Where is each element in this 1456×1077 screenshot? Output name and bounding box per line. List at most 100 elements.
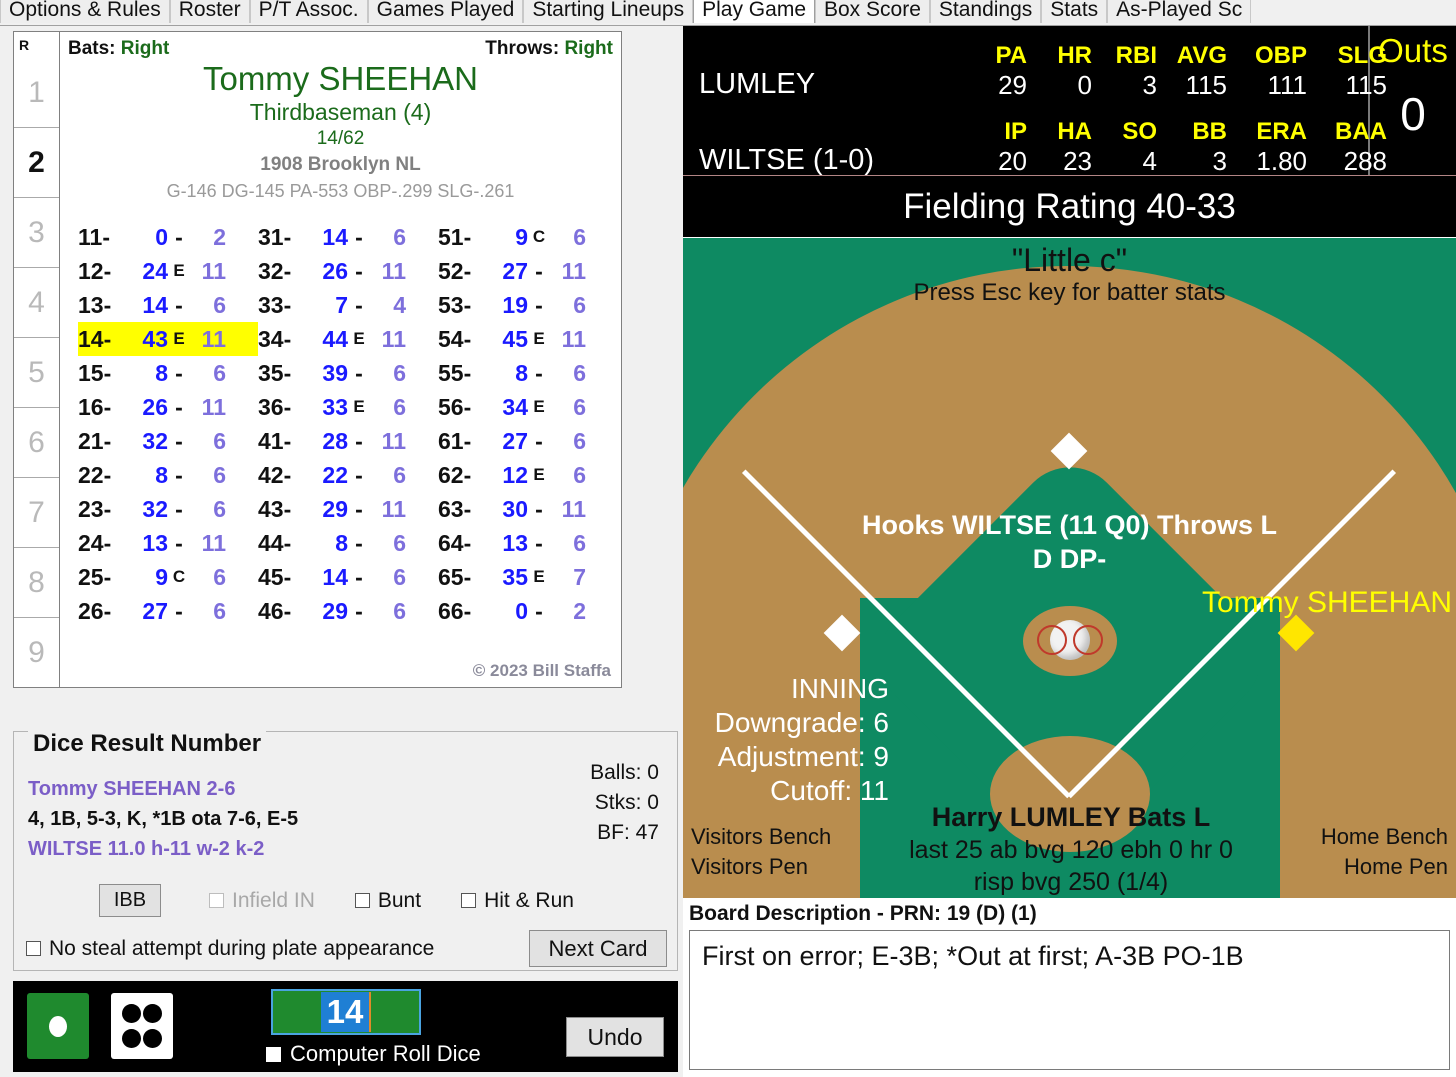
batter-risp-line: risp bvg 250 (1/4)	[973, 868, 1169, 896]
pitcher-info-line2: D DP-	[1032, 544, 1107, 574]
dice-row-value: 14	[142, 291, 168, 318]
dice-row-54[interactable]: 54- 45 E 11	[438, 322, 613, 356]
batting-order-column[interactable]: R 123456789	[14, 32, 60, 687]
main-tab-bar[interactable]: Options & Rules Roster P/T Assoc. Games Pla…	[0, 0, 1456, 26]
dice-row-62[interactable]: 62- 12 E 6	[438, 458, 613, 492]
board-description-label: Board Description - PRN: 19 (D) (1)	[689, 902, 1037, 925]
dice-result-readout[interactable]: 14	[271, 989, 421, 1035]
tab-as-played-sc[interactable]: As-Played Sc	[1107, 0, 1252, 23]
dice-row-key: 26-	[78, 597, 112, 624]
tab-options-rules[interactable]: Options & Rules	[0, 0, 170, 23]
scoreboard-value-cell: 29	[998, 70, 1027, 100]
bats-info: Bats: Right	[68, 38, 169, 60]
throws-value: Right	[564, 38, 613, 59]
dice-row-34[interactable]: 34- 44 E 11	[258, 322, 438, 356]
dice-row-46[interactable]: 46- 29- 6	[258, 594, 438, 628]
next-card-button[interactable]: Next Card	[529, 930, 667, 967]
dice-row-63[interactable]: 63- 30-11	[438, 492, 613, 526]
bunt-checkbox[interactable]: Bunt	[354, 889, 421, 913]
dice-row-66[interactable]: 66- 0- 2	[438, 594, 613, 628]
dice-row-14[interactable]: 14- 43 E 11	[78, 322, 258, 356]
batting-order-slot-9[interactable]: 9	[14, 617, 59, 687]
dice-row-53[interactable]: 53- 19- 6	[438, 288, 613, 322]
tab-games-played[interactable]: Games Played	[367, 0, 524, 23]
no-steal-checkbox[interactable]: No steal attempt during plate appearance	[26, 937, 434, 961]
computer-roll-dice-checkbox[interactable]: Computer Roll Dice	[266, 1041, 481, 1067]
dice-row-separator: E	[353, 329, 365, 348]
batting-order-slot-8[interactable]: 8	[14, 547, 59, 617]
dice-row-36[interactable]: 36- 33 E 6	[258, 390, 438, 424]
scoreboard-value-cell: 111	[1267, 70, 1307, 100]
board-description-section: Board Description - PRN: 19 (D) (1) Firs…	[683, 898, 1456, 1070]
batting-order-slot-4[interactable]: 4	[14, 267, 59, 337]
dice-row-41[interactable]: 41- 28-11	[258, 424, 438, 458]
batting-order-slot-2[interactable]: 2	[14, 127, 59, 197]
batting-order-slot-1[interactable]: 1	[14, 58, 59, 127]
home-bench-links[interactable]: Home Bench Home Pen	[1321, 822, 1448, 882]
visitors-pen-link[interactable]: Visitors Pen	[691, 852, 831, 882]
dice-row-value: 24	[142, 257, 168, 284]
dice-row-16[interactable]: 16- 26-11	[78, 390, 258, 424]
dice-row-33[interactable]: 33- 7- 4	[258, 288, 438, 322]
dice-row-26[interactable]: 26- 27- 6	[78, 594, 258, 628]
die-one[interactable]	[27, 993, 89, 1059]
dice-row-42[interactable]: 42- 22- 6	[258, 458, 438, 492]
dice-row-key: 11-	[78, 223, 110, 250]
batting-order-slot-7[interactable]: 7	[14, 477, 59, 547]
dice-row-24[interactable]: 24- 13-11	[78, 526, 258, 560]
tab-stats[interactable]: Stats	[1041, 0, 1108, 23]
infield-in-checkbox[interactable]: Infield IN	[209, 889, 315, 913]
home-pen-link[interactable]: Home Pen	[1321, 852, 1448, 882]
scoreboard-header-cell: SLG	[1337, 42, 1387, 69]
undo-button[interactable]: Undo	[566, 1017, 664, 1057]
dice-row-value: 8	[515, 359, 528, 386]
dice-row-number: 11	[201, 393, 226, 420]
home-bench-link[interactable]: Home Bench	[1321, 822, 1448, 852]
dice-row-23[interactable]: 23- 32- 6	[78, 492, 258, 526]
batting-order-slot-3[interactable]: 3	[14, 197, 59, 267]
dice-row-52[interactable]: 52- 27-11	[438, 254, 613, 288]
dice-row-65[interactable]: 65- 35 E 7	[438, 560, 613, 594]
dice-row-separator: -	[535, 257, 543, 284]
dice-row-32[interactable]: 32- 26-11	[258, 254, 438, 288]
tab-play-game[interactable]: Play Game	[693, 0, 815, 23]
dice-row-56[interactable]: 56- 34 E 6	[438, 390, 613, 424]
dice-row-35[interactable]: 35- 39- 6	[258, 356, 438, 390]
dice-row-55[interactable]: 55- 8- 6	[438, 356, 613, 390]
batting-order-slot-6[interactable]: 6	[14, 407, 59, 477]
baseball-field-diagram[interactable]: "Little c" Press Esc key for batter stat…	[683, 238, 1456, 898]
dice-row-21[interactable]: 21- 32- 6	[78, 424, 258, 458]
hit-and-run-checkbox[interactable]: Hit & Run	[461, 889, 574, 913]
batting-order-slot-5[interactable]: 5	[14, 337, 59, 407]
dice-row-15[interactable]: 15- 8- 6	[78, 356, 258, 390]
tab-p-t-assoc[interactable]: P/T Assoc.	[249, 0, 368, 23]
dice-row-22[interactable]: 22- 8- 6	[78, 458, 258, 492]
visitors-bench-links[interactable]: Visitors Bench Visitors Pen	[691, 822, 831, 882]
tab-starting-lineups[interactable]: Starting Lineups	[523, 0, 694, 23]
dice-row-61[interactable]: 61- 27- 6	[438, 424, 613, 458]
ibb-button[interactable]: IBB	[99, 884, 161, 917]
dice-result-table[interactable]: 11- 0-2 31- 14-6 51- 9 C 6 12- 24 E 11 32- 26-11 52- 27…	[68, 220, 613, 628]
dice-row-44[interactable]: 44- 8- 6	[258, 526, 438, 560]
dice-row-51[interactable]: 51- 9 C 6	[438, 220, 613, 254]
dice-row-separator: -	[535, 529, 543, 556]
visitors-bench-link[interactable]: Visitors Bench	[691, 822, 831, 852]
dice-row-64[interactable]: 64- 13- 6	[438, 526, 613, 560]
dice-row-45[interactable]: 45- 14- 6	[258, 560, 438, 594]
dice-row-43[interactable]: 43- 29-11	[258, 492, 438, 526]
dice-row-value: 26	[142, 393, 168, 420]
tab-standings[interactable]: Standings	[929, 0, 1042, 23]
dice-row-31[interactable]: 31- 14- 6	[258, 220, 438, 254]
tab-box-score[interactable]: Box Score	[815, 0, 930, 23]
pitcher-info-overlay: Hooks WILTSE (11 Q0) Throws L D DP-	[683, 508, 1456, 576]
die-two[interactable]	[111, 993, 173, 1059]
dice-row-12[interactable]: 12- 24 E 11	[78, 254, 258, 288]
tab-roster[interactable]: Roster	[169, 0, 250, 23]
inning-label: INNING	[791, 673, 889, 704]
dice-row-13[interactable]: 13- 14- 6	[78, 288, 258, 322]
dice-row-number: 6	[393, 529, 406, 556]
dice-row-separator: -	[175, 597, 183, 624]
dice-row-25[interactable]: 25- 9 C 6	[78, 560, 258, 594]
dice-row-11[interactable]: 11- 0- 2	[78, 220, 258, 254]
dice-row-number: 6	[573, 529, 586, 556]
